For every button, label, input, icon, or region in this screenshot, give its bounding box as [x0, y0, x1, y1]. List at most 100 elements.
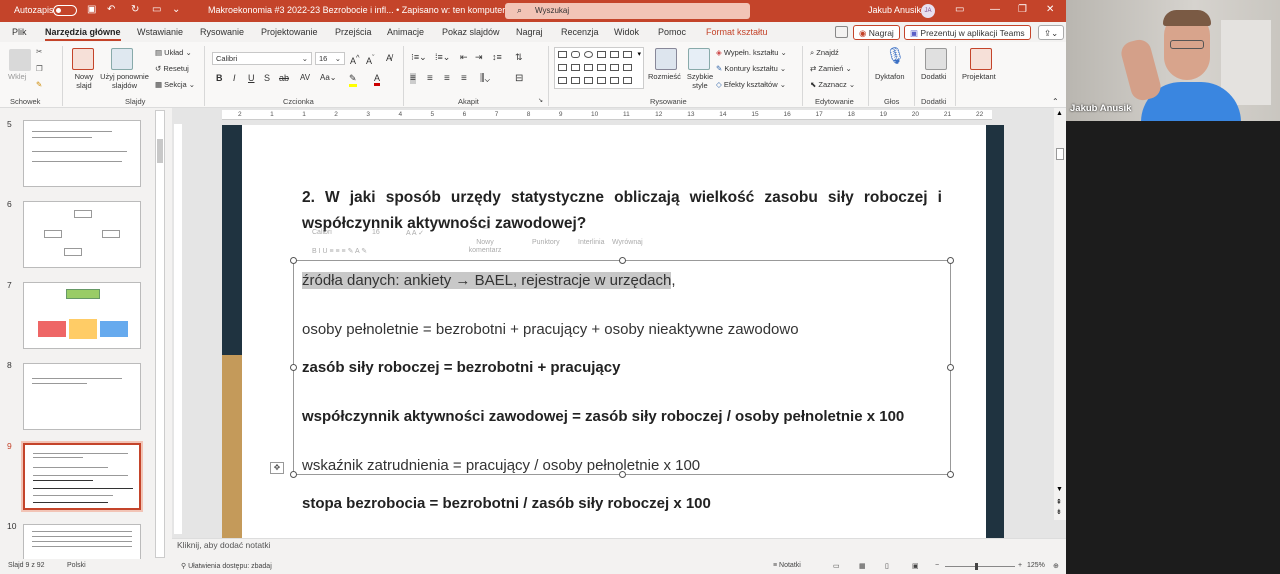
redo-icon[interactable]: ↻ — [131, 4, 139, 15]
reset-button[interactable]: ↺ Resetuj — [155, 64, 189, 73]
reading-view-icon[interactable]: ▯ — [885, 562, 889, 570]
slide-canvas[interactable]: 2. W jaki sposób urzędy statystyczne obl… — [222, 125, 1004, 538]
addins-icon[interactable] — [925, 48, 947, 70]
mini-size[interactable]: 16 — [372, 229, 380, 236]
tab-help[interactable]: Pomoc — [658, 27, 686, 37]
arc-shape-icon[interactable] — [571, 77, 580, 84]
star-shape-icon[interactable] — [610, 64, 619, 71]
close-icon[interactable]: ✕ — [1046, 4, 1054, 15]
fit-to-window-icon[interactable]: ⊕ — [1053, 562, 1059, 570]
decrease-indent-icon[interactable]: ⇤ — [460, 52, 468, 63]
zoom-level[interactable]: 125% — [1027, 562, 1045, 569]
new-slide-label[interactable]: Nowy slajd — [72, 72, 96, 90]
resize-handle[interactable] — [947, 471, 954, 478]
more-commands-icon[interactable]: ⌄ — [172, 4, 180, 15]
resize-handle[interactable] — [290, 257, 297, 264]
shapes-gallery[interactable]: ▾ — [554, 47, 644, 89]
zoom-slider[interactable] — [945, 566, 1015, 567]
strikethrough-icon[interactable]: ab — [279, 73, 289, 83]
highlight-icon[interactable]: ✎ — [349, 73, 357, 87]
maximize-icon[interactable]: ❐ — [1018, 4, 1027, 15]
block-arrow-shape-icon[interactable] — [584, 64, 593, 71]
slide-line-employment-rate[interactable]: wskaźnik zatrudnienia = pracujący / osob… — [302, 457, 700, 474]
share-button[interactable]: ⇪⌄ — [1038, 25, 1065, 40]
font-size-dropdown[interactable]: 16 ⌄ — [315, 52, 345, 65]
font-color-icon[interactable]: A — [374, 73, 381, 86]
thumbnails-scrollbar[interactable] — [155, 110, 165, 558]
tab-insert[interactable]: Wstawianie — [137, 27, 183, 37]
editor-scrollbar[interactable]: ▲ ▼ ⇞ ⇟ — [1054, 108, 1066, 520]
oval-shape-icon[interactable] — [584, 51, 593, 58]
replace-button[interactable]: ⇄ Zamień ⌄ — [810, 64, 852, 73]
align-text-icon[interactable]: ⊟ — [515, 73, 523, 84]
highlighted-text[interactable]: źródła danych: ankiety → BAEL, rejestrac… — [302, 272, 672, 289]
arrange-label[interactable]: Rozmieść — [648, 72, 681, 81]
scrollbar-thumb[interactable] — [1056, 148, 1064, 160]
addins-label[interactable]: Dodatki — [921, 72, 946, 81]
font-family-dropdown[interactable]: Calibri ⌄ — [212, 52, 312, 65]
tab-animations[interactable]: Animacje — [387, 27, 424, 37]
mini-format-icons[interactable]: B I U ≡ ≡ ≡ ✎ A ✎ — [312, 247, 367, 255]
minimize-icon[interactable]: — — [990, 4, 1000, 15]
tab-file[interactable]: Plik — [12, 27, 27, 37]
tab-shape-format[interactable]: Format kształtu — [706, 27, 768, 37]
tab-record[interactable]: Nagraj — [516, 27, 543, 37]
dialog-launcher-icon[interactable]: ↘ — [538, 97, 543, 104]
vertical-ruler[interactable] — [174, 124, 182, 534]
present-from-start-icon[interactable]: ▭ — [152, 4, 161, 15]
resize-handle[interactable] — [290, 364, 297, 371]
connector-shape-icon[interactable] — [558, 77, 567, 84]
triangle-shape-icon[interactable] — [558, 64, 567, 71]
shrink-font-icon[interactable]: Aˇ — [366, 53, 375, 66]
next-slide-icon[interactable]: ⇟ — [1056, 508, 1062, 516]
slide-line-activity-rate[interactable]: współczynnik aktywności zawodowej = zasó… — [302, 408, 904, 425]
layout-button[interactable]: ▤ Układ ⌄ — [155, 48, 192, 57]
gallery-more-icon[interactable]: ▾ — [637, 50, 641, 58]
reuse-slides-icon[interactable] — [111, 48, 133, 70]
mini-bullets[interactable]: Punktory — [532, 239, 560, 246]
callout-shape-icon[interactable] — [597, 64, 606, 71]
slide-thumbnail-selected[interactable] — [21, 441, 143, 512]
collapse-ribbon-icon[interactable]: ⌃ — [1052, 97, 1059, 106]
align-right-icon[interactable]: ≡ — [444, 73, 450, 84]
slide-line-sources[interactable]: źródła danych: ankiety → BAEL, rejestrac… — [302, 272, 676, 289]
shape-outline-button[interactable]: ✎ Kontury kształtu ⌄ — [716, 64, 786, 73]
resize-handle[interactable] — [290, 471, 297, 478]
shape-effects-button[interactable]: ◇ Efekty kształtów ⌄ — [716, 80, 786, 89]
quick-styles-label[interactable]: Szybkie style — [685, 72, 715, 90]
bullets-icon[interactable]: ⁝≡⌄ — [411, 52, 427, 63]
search-input[interactable]: ⌕ Wyszukaj — [505, 3, 750, 19]
record-button[interactable]: ◉ Nagraj — [853, 25, 900, 40]
slide-thumbnail[interactable] — [23, 363, 141, 430]
zoom-in-icon[interactable]: + — [1018, 562, 1022, 569]
mini-styles[interactable]: Wyrównaj — [612, 239, 643, 246]
tab-transitions[interactable]: Przejścia — [335, 27, 372, 37]
zoom-slider-thumb[interactable] — [975, 563, 978, 570]
section-button[interactable]: ▦ Sekcja ⌄ — [155, 80, 195, 89]
horizontal-ruler[interactable]: 2 1 1 2 3 4 5 6 7 8 9 10 11 12 13 14 15 16 17 18 19 20 21 22 — [222, 110, 992, 120]
comments-icon[interactable] — [835, 26, 848, 38]
text-box-shape-icon[interactable] — [597, 51, 606, 58]
microphone-icon[interactable]: 🎙 — [885, 46, 905, 66]
rounded-rect-shape-icon[interactable] — [571, 51, 580, 58]
save-icon[interactable]: ▣ — [87, 4, 96, 15]
numbering-icon[interactable]: ⁞≡⌄ — [435, 52, 450, 63]
slide-thumbnail[interactable] — [23, 282, 141, 349]
language-indicator[interactable]: Polski — [67, 562, 86, 569]
line-spacing-icon[interactable]: ↕≡ — [492, 52, 502, 62]
designer-icon[interactable] — [970, 48, 992, 70]
bold-icon[interactable]: B — [216, 73, 223, 83]
new-slide-icon[interactable] — [72, 48, 94, 70]
format-painter-icon[interactable]: ✎ — [36, 80, 42, 89]
tab-view[interactable]: Widok — [614, 27, 639, 37]
slide-thumbnail[interactable] — [23, 524, 141, 560]
align-left-icon[interactable]: ≡ — [410, 73, 416, 84]
tab-design[interactable]: Projektowanie — [261, 27, 318, 37]
text-direction-icon[interactable]: ⇅ — [515, 52, 523, 63]
slide-sorter-icon[interactable]: ▦ — [859, 562, 866, 570]
slide-line-unemployment-rate[interactable]: stopa bezrobocia = bezrobotni / zasób si… — [302, 495, 711, 512]
rectangle-shape-icon[interactable] — [558, 51, 567, 58]
designer-label[interactable]: Projektant — [962, 72, 996, 81]
zoom-out-icon[interactable]: − — [935, 562, 939, 569]
slide-line-adults[interactable]: osoby pełnoletnie = bezrobotni + pracują… — [302, 321, 799, 338]
